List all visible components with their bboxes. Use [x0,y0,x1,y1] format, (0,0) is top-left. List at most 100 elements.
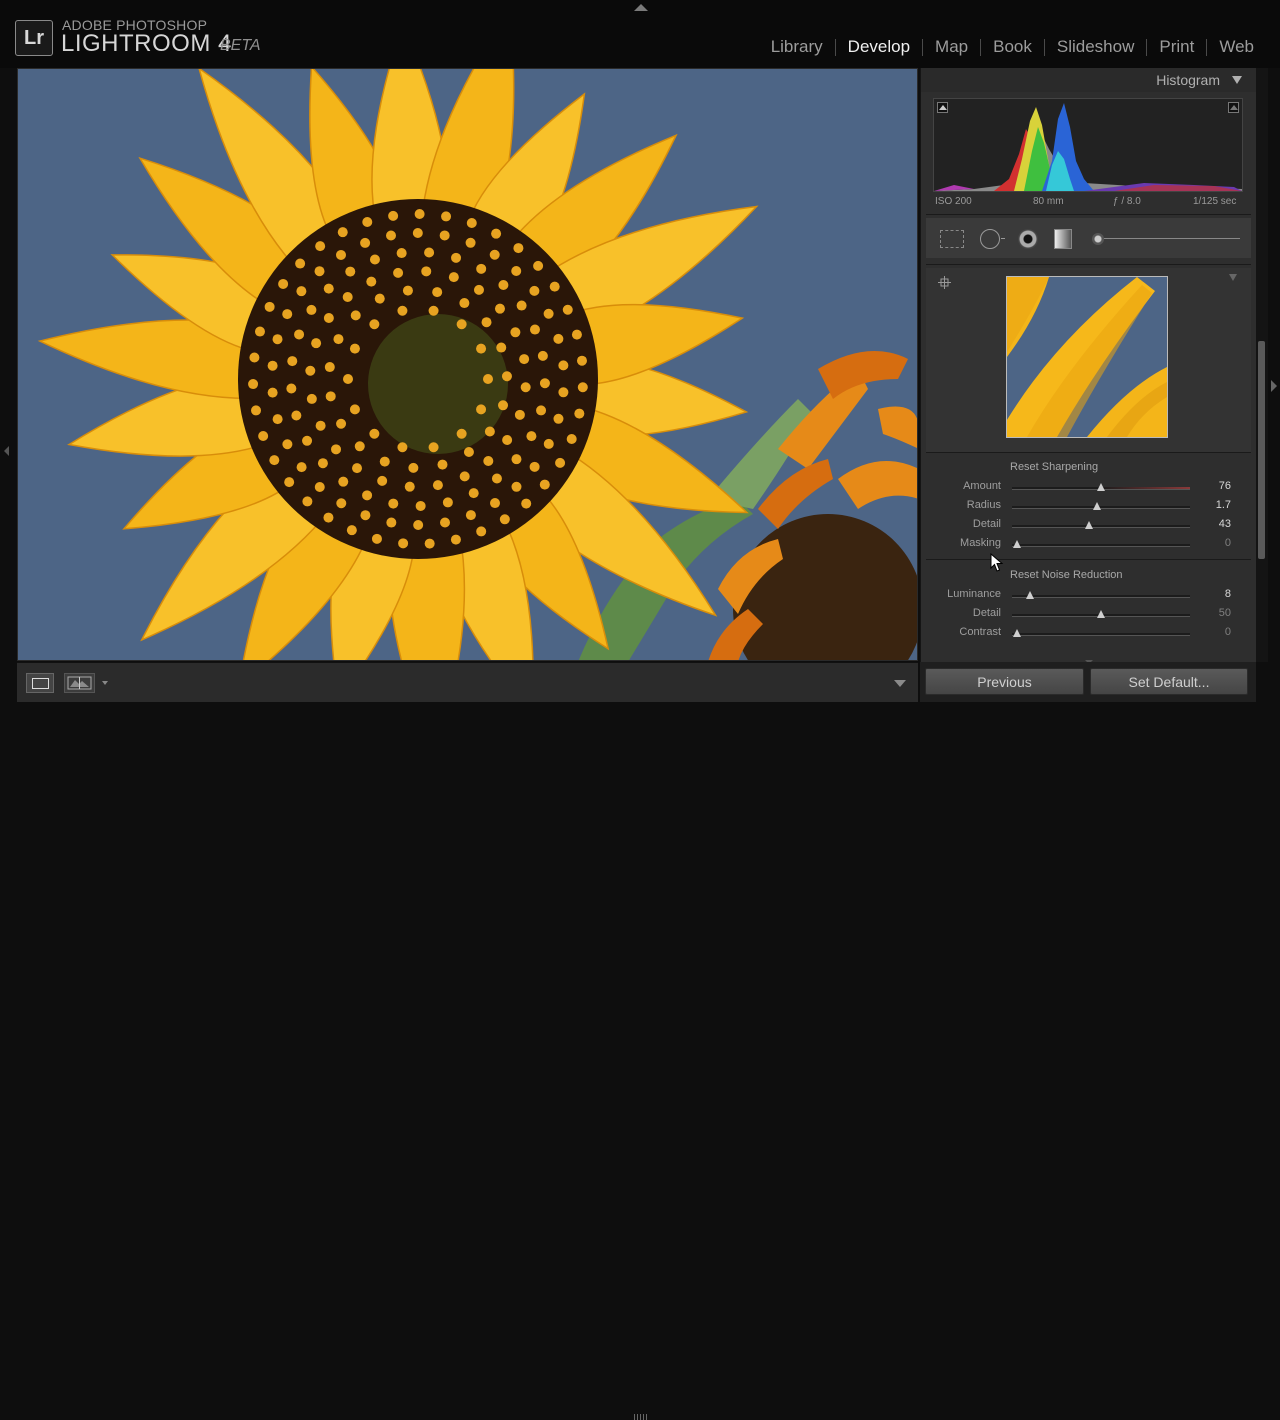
shadow-clipping-icon[interactable] [937,102,948,113]
sharpening-amount-value[interactable]: 76 [1201,480,1231,492]
collapse-histogram-icon[interactable] [1232,76,1242,84]
photo-view[interactable] [17,68,918,661]
slider-thumb[interactable] [1084,521,1093,529]
floret [354,441,365,452]
floret [498,400,509,411]
module-book[interactable]: Book [981,37,1044,57]
floret [413,519,424,530]
collapse-top-panel-icon[interactable] [634,4,648,11]
noise-detail-value[interactable]: 50 [1201,607,1231,619]
noise-luminance-value[interactable]: 8 [1201,588,1231,600]
floret [481,317,492,328]
histogram-header[interactable]: Histogram [921,68,1256,92]
floret [536,405,547,416]
highlight-clipping-icon[interactable] [1228,102,1239,113]
slider-thumb[interactable] [1097,483,1105,491]
slider-thumb[interactable] [1013,629,1022,637]
floret [501,371,512,382]
before-after-dropdown-icon[interactable] [102,681,108,685]
noise-detail-slider[interactable] [1012,610,1190,618]
module-library[interactable]: Library [759,37,835,57]
floret [377,475,388,486]
noise-detail-label: Detail [972,607,1001,619]
floret [414,209,425,220]
module-slideshow[interactable]: Slideshow [1045,37,1147,57]
detail-zoom-preview[interactable] [1006,276,1168,438]
expand-filmstrip-icon[interactable] [634,1414,648,1420]
floret [499,514,510,525]
module-map[interactable]: Map [923,37,980,57]
floret [465,237,476,248]
before-after-view-icon[interactable] [64,673,95,693]
collapse-right-panel-icon[interactable] [1271,380,1277,392]
floret [272,334,283,345]
target-adjust-icon[interactable] [938,276,951,289]
floret [323,313,334,324]
floret [566,434,577,445]
floret [369,254,380,265]
slider-thumb[interactable] [1013,540,1022,548]
sharpening-detail-value[interactable]: 43 [1201,518,1231,530]
module-web[interactable]: Web [1207,37,1266,57]
floret [369,319,380,330]
floret [476,343,487,354]
floret [558,360,569,371]
panel-button-strip: Previous Set Default... [920,662,1256,702]
floret [296,286,307,297]
reset-sharpening-label[interactable]: Reset Sharpening [1010,461,1098,473]
sharpening-detail-slider[interactable] [1012,521,1190,529]
toolbar-content-dropdown-icon[interactable] [894,680,906,687]
red-eye-icon[interactable] [1018,229,1038,249]
slider-thumb[interactable] [1097,610,1105,618]
adjustment-brush-track [1096,238,1240,239]
floret [287,356,298,367]
noise-contrast-value[interactable]: 0 [1201,626,1231,638]
slider-thumb[interactable] [1093,502,1102,510]
set-default-button[interactable]: Set Default... [1090,668,1248,695]
floret [490,498,501,509]
sharpening-masking-value[interactable]: 0 [1201,537,1231,549]
previous-button[interactable]: Previous [925,668,1084,695]
histogram-graph[interactable] [933,98,1243,192]
floret [291,410,302,421]
mouse-cursor-icon [990,553,1004,572]
floret [397,305,408,316]
module-print[interactable]: Print [1147,37,1206,57]
sharpening-radius-slider[interactable] [1012,502,1190,510]
expand-left-panel-icon[interactable] [4,446,9,456]
floret [249,352,260,363]
floret [349,343,360,354]
floret [513,243,524,254]
floret [428,442,439,453]
floret [421,266,432,277]
noise-contrast-slider[interactable] [1012,629,1190,637]
floret [369,428,380,439]
app-title: LIGHTROOM 4 [61,30,232,57]
exif-focal-length: 80 mm [1033,196,1064,207]
module-develop[interactable]: Develop [836,37,922,57]
adjustment-brush-icon[interactable] [1092,233,1104,245]
spot-removal-icon[interactable] [980,229,1005,249]
floret [336,498,347,509]
noise-luminance-slider[interactable] [1012,591,1190,599]
sharpening-masking-slider[interactable] [1012,540,1190,548]
slider-thumb[interactable] [1025,591,1034,599]
floret [428,305,439,316]
reset-noise-reduction-label[interactable]: Reset Noise Reduction [1010,569,1123,581]
floret [491,473,502,484]
scrollbar-thumb[interactable] [1258,341,1265,559]
crop-overlay-icon[interactable] [940,230,964,248]
noise-luminance-label: Luminance [947,588,1001,600]
sharpening-amount-slider[interactable] [1012,483,1190,491]
floret [424,538,435,549]
graduated-filter-icon[interactable] [1054,229,1072,249]
floret [254,326,265,337]
floret [336,418,347,429]
floret [397,442,408,453]
floret [294,329,305,340]
tool-strip [926,218,1251,258]
detail-preview-toggle-icon[interactable] [1229,274,1237,281]
right-panel-scrollbar[interactable] [1256,68,1268,662]
loupe-view-icon[interactable] [26,673,54,693]
sharpening-radius-value[interactable]: 1.7 [1201,499,1231,511]
